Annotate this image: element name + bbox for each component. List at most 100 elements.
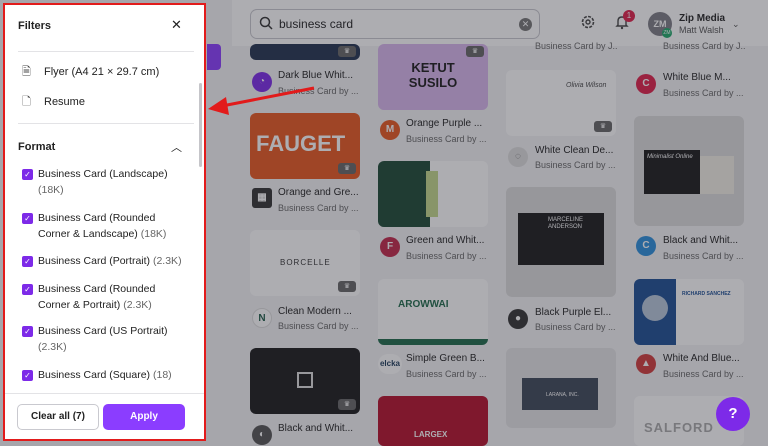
template-subtitle: Business Card by ... <box>535 322 616 332</box>
template-title[interactable]: Black and Whit... <box>278 423 362 434</box>
account-user-name: Matt Walsh <box>679 25 724 35</box>
card-text: MARCELINE ANDERSON <box>548 217 584 230</box>
card-stripe <box>378 339 488 345</box>
option-count: (18) <box>152 369 172 381</box>
format-option[interactable]: ✓ Business Card (Portrait) (2.3K) <box>22 253 188 269</box>
checkbox-checked[interactable]: ✓ <box>22 256 33 267</box>
template-card-thumb[interactable]: FAUGET ♛ <box>250 113 360 179</box>
template-card-thumb[interactable] <box>378 161 488 227</box>
creator-avatar: ▲ <box>636 354 656 374</box>
help-button[interactable]: ? <box>716 397 750 431</box>
sidebar-accent <box>207 44 221 70</box>
checkbox-checked[interactable]: ✓ <box>22 169 33 180</box>
card-text: FAUGET <box>256 131 346 156</box>
template-subtitle: Business Card by ... <box>663 369 744 379</box>
creator-avatar: ● <box>508 309 528 329</box>
card-text: Minimalist Online <box>647 154 693 160</box>
template-card-thumb[interactable]: ♛ <box>250 44 360 60</box>
search-input[interactable]: business card <box>279 17 353 31</box>
option-count: (2.3K) <box>123 299 152 311</box>
creator-avatar: F <box>380 237 400 257</box>
filter-item-resume[interactable]: 🗋 Resume <box>22 93 85 112</box>
template-title[interactable]: Green and Whit... <box>406 235 490 246</box>
format-option[interactable]: ✓ Business Card (Rounded Corner & Portrai… <box>22 281 188 313</box>
crown-icon: ♛ <box>338 399 356 410</box>
template-subtitle: Business Card by ... <box>278 203 359 213</box>
card-text: LARANA, INC. <box>546 392 579 398</box>
option-label: Business Card (Portrait) <box>38 255 151 267</box>
divider <box>18 123 194 124</box>
template-subtitle: Business Card by ... <box>663 251 744 261</box>
template-title[interactable]: Black and Whit... <box>663 235 745 246</box>
search-bar[interactable]: business card ✕ <box>250 9 540 39</box>
format-option[interactable]: ✓ Business Card (Square) (18) <box>22 367 188 383</box>
crown-icon: ♛ <box>338 163 356 174</box>
close-icon[interactable]: ✕ <box>171 17 182 33</box>
account-org-name[interactable]: Zip Media <box>679 13 725 24</box>
template-title[interactable]: White Blue M... <box>663 72 745 83</box>
panel-title: Filters <box>18 20 52 32</box>
filter-item-flyer[interactable]: 🗎 Flyer (A4 21 × 29.7 cm) <box>22 63 159 82</box>
card-panel <box>700 156 734 194</box>
template-title[interactable]: Simple Green B... <box>406 353 490 364</box>
file-icon: 🗎 <box>22 66 31 78</box>
template-card-thumb[interactable]: Minimalist Online <box>634 116 744 226</box>
template-card-thumb[interactable]: KETUT SUSILO ♛ <box>378 44 488 110</box>
annotation-arrow-icon <box>208 86 315 115</box>
template-card-thumb[interactable]: AROWWAI <box>378 279 488 345</box>
template-card-thumb[interactable]: ♛ <box>250 348 360 414</box>
clear-all-button[interactable]: Clear all (7) <box>17 404 99 430</box>
card-text: RICHARD SANCHEZ <box>682 291 731 297</box>
creator-avatar: C <box>636 74 656 94</box>
template-title[interactable]: Orange Purple ... <box>406 118 490 129</box>
crown-icon: ♛ <box>338 46 356 57</box>
template-subtitle: Business Card by ... <box>406 251 487 261</box>
option-count: (18K) <box>140 228 167 240</box>
template-subtitle: Business Card by ... <box>535 160 616 170</box>
scrollbar[interactable] <box>199 83 202 167</box>
template-title[interactable]: White Clean De... <box>535 145 617 156</box>
chevron-up-icon[interactable]: ︿ <box>171 139 182 155</box>
checkbox-checked[interactable]: ✓ <box>22 284 33 295</box>
creator-avatar: C <box>636 236 656 256</box>
template-card-thumb[interactable]: BORCELLE ♛ <box>250 230 360 296</box>
template-card-thumb[interactable]: LARGEX <box>378 396 488 446</box>
template-card-thumb[interactable]: RICHARD SANCHEZ <box>634 279 744 345</box>
option-label: Business Card (Square) <box>38 369 151 381</box>
template-subtitle: Business Card by ... <box>406 134 487 144</box>
template-title[interactable]: White And Blue... <box>663 353 745 364</box>
template-subtitle: Business Card by ... <box>278 321 359 331</box>
option-count: (18K) <box>38 184 64 196</box>
creator-avatar: elcka <box>378 354 402 374</box>
format-heading[interactable]: Format <box>18 141 55 153</box>
gear-icon[interactable] <box>580 14 596 30</box>
template-title[interactable]: Orange and Gre... <box>278 187 362 198</box>
template-title[interactable]: Dark Blue Whit... <box>278 70 362 81</box>
apply-button[interactable]: Apply <box>103 404 185 430</box>
checkbox-checked[interactable]: ✓ <box>22 370 33 381</box>
document-icon: 🗋 <box>22 96 31 108</box>
format-option[interactable]: ✓ Business Card (US Portrait) (2.3K) <box>22 323 188 355</box>
template-card-thumb[interactable]: Olivia Wilson ♛ <box>506 70 616 136</box>
template-card-thumb[interactable]: MARCELINE ANDERSON <box>506 187 616 297</box>
checkbox-checked[interactable]: ✓ <box>22 326 33 337</box>
filters-panel: Filters ✕ 🗎 Flyer (A4 21 × 29.7 cm) 🗋 Resu… <box>3 3 206 441</box>
option-label: Business Card (US Portrait) <box>38 325 168 337</box>
panel-footer: Clear all (7) Apply <box>5 393 204 439</box>
option-label: Business Card (Rounded Corner & Landscap… <box>38 212 156 240</box>
template-subtitle: Business Card by J... <box>535 41 617 51</box>
clear-search-icon[interactable]: ✕ <box>519 18 532 31</box>
template-subtitle: Business Card by ... <box>406 369 487 379</box>
format-option[interactable]: ✓ Business Card (Landscape) (18K) <box>22 166 188 198</box>
option-count: (2.3K) <box>152 255 182 267</box>
template-title[interactable]: Clean Modern ... <box>278 306 362 317</box>
chevron-down-icon[interactable]: ⌄ <box>732 19 740 30</box>
checkbox-checked[interactable]: ✓ <box>22 213 33 224</box>
creator-avatar: ◌ <box>508 147 528 167</box>
format-option[interactable]: ✓ Business Card (Rounded Corner & Landsca… <box>22 210 188 242</box>
template-title[interactable]: Black Purple El... <box>535 307 617 318</box>
template-card-thumb[interactable]: LARANA, INC. <box>506 348 616 428</box>
template-subtitle: Business Card by ... <box>663 88 744 98</box>
crown-icon: ♛ <box>594 121 612 132</box>
template-subtitle: Business Card by J... <box>663 41 745 51</box>
